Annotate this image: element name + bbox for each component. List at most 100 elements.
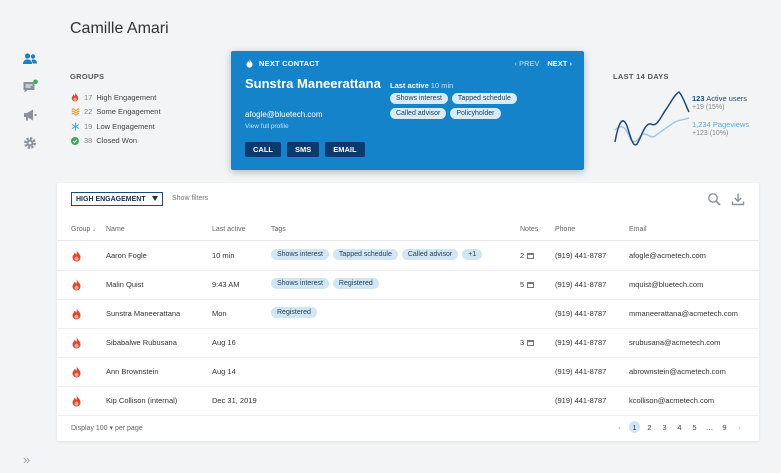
tag: Registered (332, 278, 379, 289)
col-group[interactable]: Group ↓ (71, 226, 96, 233)
fire-icon (246, 59, 253, 68)
col-notes[interactable]: Notes (520, 226, 538, 233)
table-row[interactable]: Aaron Fogle 10 min Shows interest Tapped… (57, 242, 759, 271)
row-last-active: Aug 14 (212, 367, 236, 376)
tag: Called advisor (401, 249, 459, 260)
next-page-icon[interactable]: › (734, 421, 745, 433)
group-high-engagement[interactable]: 17 High Engagement (70, 90, 230, 105)
fire-icon (72, 395, 81, 407)
row-name: Malin Quist (106, 280, 144, 289)
contact-name: Sunstra Maneerattana (245, 76, 381, 91)
page-size-select[interactable]: Display 100 ▾ per page (71, 424, 143, 432)
row-name: Sunstra Maneerattana (106, 309, 181, 318)
fire-icon (72, 337, 81, 349)
row-notes[interactable]: 5 (520, 280, 535, 289)
download-icon[interactable] (731, 192, 745, 206)
col-name[interactable]: Name (106, 226, 125, 233)
col-phone[interactable]: Phone (555, 226, 575, 233)
prev-page-icon[interactable]: ‹ (614, 421, 625, 433)
view-full-profile-link[interactable]: View full profile (245, 123, 289, 130)
row-last-active: 10 min (212, 251, 235, 260)
tag: Tapped schedule (332, 249, 398, 260)
row-phone: (919) 441-8787 (555, 367, 607, 376)
megaphone-icon[interactable] (21, 106, 39, 124)
row-email: kcollison@acmetech.com (629, 396, 715, 405)
pageviews-line (614, 117, 690, 143)
prev-button[interactable]: ‹ PREV (514, 59, 539, 68)
page-title: Camille Amari (70, 20, 169, 37)
row-email: mmaneerattana@acmetech.com (629, 309, 738, 318)
row-phone: (919) 441-8787 (555, 251, 607, 260)
note-icon (527, 281, 535, 288)
row-last-active: Aug 16 (212, 338, 236, 347)
contact-tags: Shows interest Tapped schedule Called ad… (390, 93, 560, 119)
groups-panel: GROUPS 17 High Engagement 22 Some Engage… (70, 72, 230, 148)
fire-icon (72, 279, 81, 291)
call-button[interactable]: CALL (245, 142, 281, 157)
row-last-active: 9:43 AM (212, 280, 240, 289)
show-filters-link[interactable]: Show filters (172, 195, 208, 202)
fire-icon (72, 250, 81, 262)
check-circle-icon (70, 136, 80, 146)
note-icon (527, 339, 535, 346)
pageviews-stat: 1,234 Pageviews (692, 120, 750, 129)
row-email: srubusana@acmetech.com (629, 338, 721, 347)
pageviews-delta: +123 (10%) (692, 130, 729, 137)
col-last-active[interactable]: Last active (212, 226, 245, 233)
page-4[interactable]: 4 (674, 421, 685, 433)
row-name: Kip Collison (internal) (106, 396, 178, 405)
pagination: ‹ 1 2 3 4 5 … 9 › (614, 421, 745, 433)
table-row[interactable]: Malin Quist 9:43 AM Shows interest Regis… (57, 271, 759, 300)
group-low-engagement[interactable]: 19 Low Engagement (70, 119, 230, 134)
group-some-engagement[interactable]: 22 Some Engagement (70, 105, 230, 120)
group-filter-select[interactable]: HIGH ENGAGEMENT (71, 192, 163, 206)
sms-button[interactable]: SMS (287, 142, 320, 157)
more-tags-badge[interactable]: +1 (462, 249, 483, 260)
table-row[interactable]: Sunstra Maneerattana Mon Registered (919… (57, 300, 759, 329)
table-row[interactable]: Kip Collison (internal) Dec 31, 2019 (91… (57, 387, 759, 416)
table-row[interactable]: Ann Brownstein Aug 14 (919) 441-8787 abr… (57, 358, 759, 387)
fire-icon (72, 366, 81, 378)
page-1[interactable]: 1 (629, 421, 640, 433)
chat-icon[interactable] (21, 78, 39, 96)
people-icon[interactable] (21, 50, 39, 68)
fire-icon (72, 308, 81, 320)
stats-label: LAST 14 DAYS (613, 72, 669, 81)
email-button[interactable]: EMAIL (325, 142, 365, 157)
chevron-left-icon: ‹ (514, 59, 517, 68)
tag: Registered (271, 307, 317, 318)
active-users-delta: +19 (15%) (692, 104, 725, 111)
row-name: Aaron Fogle (106, 251, 147, 260)
row-email: afogle@acmetech.com (629, 251, 706, 260)
row-name: Ann Brownstein (106, 367, 159, 376)
row-notes[interactable]: 3 (520, 338, 535, 347)
page-9[interactable]: 9 (719, 421, 730, 433)
row-phone: (919) 441-8787 (555, 280, 607, 289)
page-ellipsis: … (705, 422, 714, 432)
group-closed-won[interactable]: 38 Closed Won (70, 134, 230, 149)
tag: Shows interest (390, 93, 448, 104)
table-header: Group ↓ Name Last active Tags Notes Phon… (57, 219, 759, 241)
gear-icon[interactable] (21, 134, 39, 152)
search-icon[interactable] (707, 192, 721, 206)
page-2[interactable]: 2 (644, 421, 655, 433)
next-button[interactable]: NEXT › (547, 59, 572, 68)
tag: Shows interest (271, 249, 329, 260)
contact-email[interactable]: afogle@bluetech.com (245, 110, 323, 119)
row-phone: (919) 441-8787 (555, 396, 607, 405)
expand-sidebar-button[interactable]: » (23, 452, 30, 467)
note-icon (527, 252, 535, 259)
row-notes[interactable]: 2 (520, 251, 535, 260)
snowflake-icon (70, 121, 80, 131)
col-tags[interactable]: Tags (271, 226, 286, 233)
col-email[interactable]: Email (629, 226, 647, 233)
fire-icon (70, 92, 80, 102)
table-row[interactable]: Sibabalwe Rubusana Aug 16 3 (919) 441-87… (57, 329, 759, 358)
row-email: mquist@bluetech.com (629, 280, 704, 289)
row-last-active: Dec 31, 2019 (212, 396, 257, 405)
page-3[interactable]: 3 (659, 421, 670, 433)
tag: Shows interest (271, 278, 329, 289)
page-5[interactable]: 5 (689, 421, 700, 433)
next-contact-header: NEXT CONTACT (259, 59, 320, 68)
chevron-right-icon: › (569, 59, 573, 68)
